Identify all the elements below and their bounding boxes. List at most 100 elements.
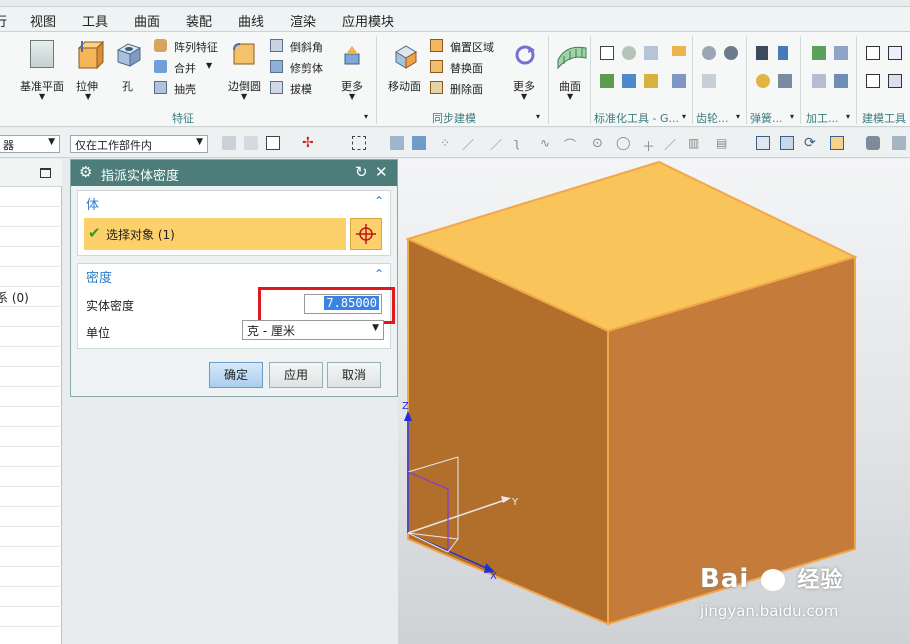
move-face-button[interactable]: 移动面 (384, 36, 428, 106)
list-item[interactable]: 系 (0) (0, 287, 62, 307)
plus-select-icon[interactable]: ＋ (642, 136, 656, 155)
menu-item-tools[interactable]: 工具 (82, 11, 108, 30)
collapse-icon[interactable]: ⌃ (374, 267, 384, 281)
select-object-row[interactable]: ✔ 选择对象 (1) (84, 218, 346, 250)
surface-button[interactable]: 曲面 ▼ (552, 36, 590, 106)
list-item[interactable] (0, 487, 62, 507)
list-item[interactable] (0, 567, 62, 587)
gear-tool-2[interactable] (724, 46, 738, 60)
modeling-tool-2[interactable] (888, 46, 902, 60)
add-point-icon[interactable] (266, 136, 280, 150)
trim-body-button[interactable]: 修剪体 (270, 59, 330, 77)
crosshair-select-button[interactable] (350, 218, 382, 250)
edge-blend-button[interactable]: 边倒圆 ▼ (224, 36, 266, 106)
grid-select-icon[interactable]: ▥ (688, 136, 702, 150)
group-expand-icon[interactable]: ▾ (536, 112, 540, 121)
tangent-select-icon[interactable]: ／ (664, 136, 678, 152)
machining-tool-4[interactable] (834, 74, 848, 88)
menu-item-curve[interactable]: 曲线 (238, 11, 264, 30)
group-expand-icon[interactable]: ▾ (790, 112, 794, 121)
list-item[interactable] (0, 187, 62, 207)
maximize-icon[interactable] (40, 168, 51, 178)
spline-select-icon[interactable]: ∿ (540, 136, 554, 150)
cross-icon[interactable]: ✢ (302, 136, 316, 150)
list-item[interactable] (0, 347, 62, 367)
more-button-sync[interactable]: 更多 ▼ (506, 36, 544, 106)
delete-face-button[interactable]: 删除面 (430, 80, 500, 98)
hole-button[interactable]: 孔 (110, 36, 146, 106)
menu-item-surface[interactable]: 曲面 (134, 11, 160, 30)
fit-view-icon[interactable]: ▤ (716, 136, 730, 150)
rectangle-select-icon[interactable] (352, 136, 366, 150)
reset-icon[interactable]: ↻ (355, 163, 368, 181)
spring-tool-2[interactable] (778, 46, 788, 60)
list-item[interactable] (0, 267, 62, 287)
cancel-button[interactable]: 取消 (327, 362, 381, 388)
std-tool-6[interactable] (622, 74, 636, 88)
display-icon[interactable] (892, 136, 906, 150)
zoom-fit-icon[interactable] (756, 136, 770, 150)
list-item[interactable] (0, 587, 62, 607)
list-item[interactable] (0, 467, 62, 487)
list-item[interactable] (0, 367, 62, 387)
menu-item-assembly[interactable]: 装配 (186, 11, 212, 30)
list-item[interactable] (0, 327, 62, 347)
gear-icon[interactable]: ⚙ (79, 163, 92, 181)
offset-region-button[interactable]: 偏置区域 (430, 38, 500, 56)
std-tool-8[interactable] (672, 74, 686, 88)
menu-item-partial[interactable]: 行 (0, 11, 7, 30)
list-item[interactable] (0, 507, 62, 527)
unite-button[interactable]: 合并 ▼ (154, 59, 224, 77)
chamfer-button[interactable]: 倒斜角 (270, 38, 330, 56)
menu-item-application[interactable]: 应用模块 (342, 11, 394, 30)
spring-tool-4[interactable] (778, 74, 792, 88)
pattern-feature-button[interactable]: 阵列特征 (154, 38, 224, 56)
list-item[interactable] (0, 407, 62, 427)
spring-tool-1[interactable] (756, 46, 768, 60)
point-select-icon[interactable]: ⁘ (440, 136, 454, 150)
scope-combo[interactable]: 仅在工作部件内 ▼ (70, 135, 208, 153)
edge-select-icon[interactable]: ／ (490, 136, 504, 152)
arc-select-icon[interactable]: ⌒ (564, 136, 578, 152)
std-tool-3[interactable] (644, 46, 658, 60)
collapse-icon[interactable]: ⌃ (374, 194, 384, 208)
select-filter-icon[interactable] (222, 136, 236, 150)
ok-button[interactable]: 确定 (209, 362, 263, 388)
unit-select[interactable]: 克 - 厘米 ▼ (242, 320, 384, 340)
list-item[interactable] (0, 547, 62, 567)
modeling-tool-1[interactable] (866, 46, 880, 60)
gear-tool-3[interactable] (702, 74, 716, 88)
menu-item-render[interactable]: 渲染 (290, 11, 316, 30)
std-tool-2[interactable] (622, 46, 636, 60)
replace-face-button[interactable]: 替换面 (430, 59, 500, 77)
list-item[interactable] (0, 427, 62, 447)
more-button-feature[interactable]: 更多 ▼ (336, 36, 370, 106)
machining-tool-3[interactable] (812, 74, 826, 88)
apply-button[interactable]: 应用 (269, 362, 323, 388)
close-icon[interactable]: ✕ (375, 163, 388, 181)
group-expand-icon[interactable]: ▾ (736, 112, 740, 121)
render-style-icon[interactable] (866, 136, 880, 150)
gear-tool-1[interactable] (702, 46, 716, 60)
list-item[interactable] (0, 447, 62, 467)
std-tool-4[interactable] (672, 46, 686, 56)
body-select-icon[interactable] (412, 136, 426, 150)
list-item[interactable] (0, 227, 62, 247)
select-snap-icon[interactable] (244, 136, 258, 150)
circle-select-icon[interactable]: ⊙ (592, 136, 606, 151)
draft-button[interactable]: 拔模 (270, 80, 330, 98)
group-expand-icon[interactable]: ▾ (682, 112, 686, 121)
modeling-tool-4[interactable] (888, 74, 902, 88)
view-orient-icon[interactable] (830, 136, 844, 150)
list-item[interactable] (0, 527, 62, 547)
list-item[interactable] (0, 387, 62, 407)
zoom-icon[interactable] (780, 136, 794, 150)
list-item[interactable] (0, 307, 62, 327)
group-expand-icon[interactable]: ▾ (364, 112, 368, 121)
rotate-icon[interactable]: ⟳ (804, 136, 818, 150)
machining-tool-2[interactable] (834, 46, 848, 60)
std-tool-1[interactable] (600, 46, 614, 60)
center-select-icon[interactable]: ◯ (616, 136, 631, 151)
spring-tool-3[interactable] (756, 74, 770, 88)
std-tool-7[interactable] (644, 74, 658, 88)
